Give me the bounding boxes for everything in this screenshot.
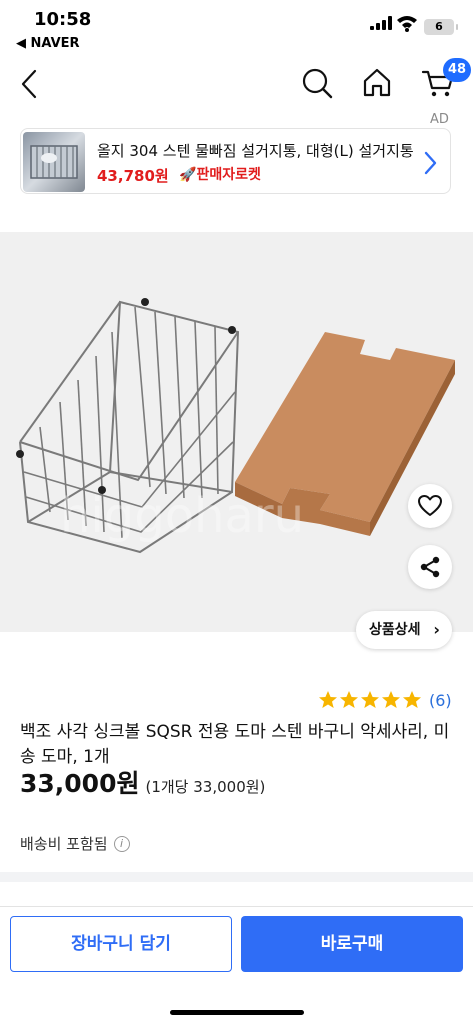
section-divider — [0, 872, 473, 882]
cart-count-badge: 48 — [443, 58, 471, 82]
review-count[interactable]: (6) — [429, 691, 452, 710]
star-icon — [382, 691, 400, 708]
rating-stars[interactable]: (6) — [318, 688, 452, 712]
heart-icon — [418, 495, 442, 516]
rocket-icon: 🚀 — [179, 167, 197, 183]
ad-title: 올지 304 스텐 물빠짐 설거지통, 대형(L) 설거지통 — [97, 142, 414, 160]
ad-rocket-label: 판매자로켓 — [196, 167, 261, 183]
wishlist-button[interactable] — [408, 484, 452, 528]
product-name: 백조 사각 싱크볼 SQSR 전용 도마 스텐 바구니 악세사리, 미송 도마,… — [20, 722, 450, 767]
add-to-cart-button[interactable]: 장바구니 담기 — [10, 916, 232, 972]
shipping-info: 배송비 포함됨 i — [20, 833, 130, 854]
back-arrow-icon[interactable] — [18, 68, 42, 100]
star-icon — [403, 691, 421, 708]
info-icon[interactable]: i — [113, 835, 130, 852]
star-icon — [361, 691, 379, 708]
ad-rocket-badge: 🚀판매자로켓 — [179, 164, 261, 184]
star-icon — [340, 691, 358, 708]
home-icon[interactable] — [361, 66, 393, 98]
back-to-app-link[interactable]: ◀ NAVER — [16, 36, 80, 51]
product-detail-button[interactable]: 상품상세 › — [356, 611, 452, 649]
ad-thumbnail-image — [23, 132, 85, 192]
share-button[interactable] — [408, 545, 452, 589]
chevron-right-icon: › — [433, 620, 440, 639]
shipping-label: 배송비 포함됨 — [20, 835, 108, 853]
ad-label: AD — [430, 112, 449, 127]
bottom-action-bar: 장바구니 담기 바로구매 — [0, 906, 473, 1024]
watermark-text: higgoharu — [60, 488, 304, 544]
signal-icon — [370, 16, 392, 30]
star-icon — [319, 691, 337, 708]
buy-now-button[interactable]: 바로구매 — [241, 916, 463, 972]
wifi-icon — [397, 16, 417, 32]
product-price: 33,000원 — [20, 769, 140, 798]
status-time: 10:58 — [34, 9, 92, 30]
top-nav — [0, 56, 473, 112]
ad-banner[interactable]: 올지 304 스텐 물빠짐 설거지통, 대형(L) 설거지통 43,780원 🚀… — [20, 128, 451, 194]
share-icon — [420, 556, 440, 578]
price-row: 33,000원 (1개당 33,000원) — [20, 764, 265, 800]
product-image[interactable]: higgoharu — [0, 232, 473, 632]
product-detail-label: 상품상세 — [369, 622, 421, 638]
unit-price: (1개당 33,000원) — [145, 778, 266, 796]
home-indicator[interactable] — [170, 1010, 304, 1015]
status-bar: 10:58 ◀ NAVER 6 — [0, 0, 473, 56]
ad-price: 43,780원 — [97, 167, 169, 185]
chevron-right-icon[interactable] — [422, 150, 438, 176]
battery-icon: 6 — [424, 19, 458, 35]
search-icon[interactable] — [300, 66, 334, 100]
